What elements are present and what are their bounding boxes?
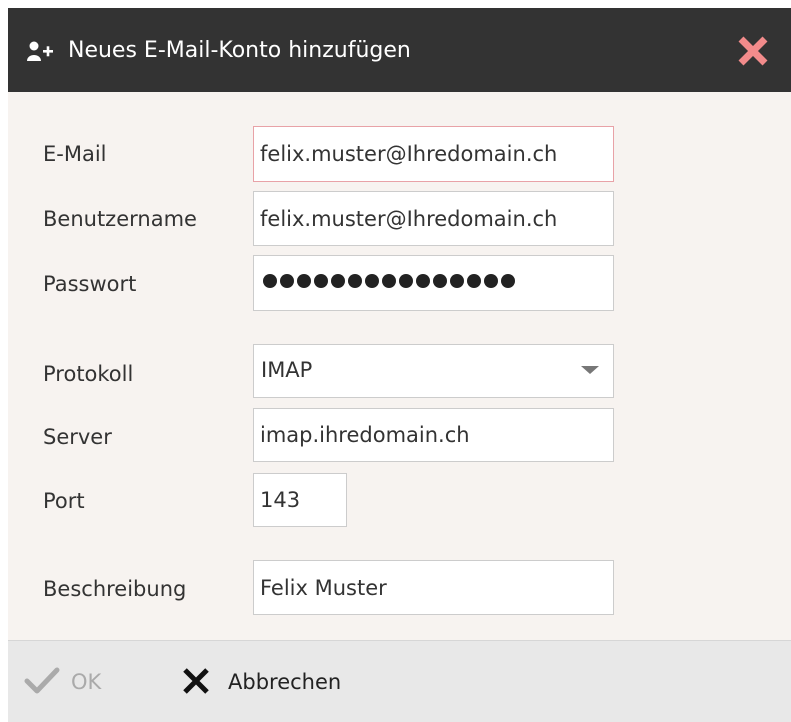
description-label: Beschreibung xyxy=(43,577,187,601)
ok-button[interactable]: OK xyxy=(24,659,134,703)
email-field[interactable] xyxy=(253,126,614,182)
port-field[interactable] xyxy=(253,473,347,527)
server-field[interactable] xyxy=(253,408,614,462)
dialog-title: Neues E-Mail-Konto hinzufügen xyxy=(68,38,411,63)
add-user-icon xyxy=(27,41,53,61)
password-label: Passwort xyxy=(43,272,137,296)
username-label: Benutzername xyxy=(43,207,197,231)
chevron-down-icon xyxy=(581,366,599,374)
close-icon[interactable] xyxy=(736,34,770,68)
password-mask xyxy=(263,274,515,290)
x-icon xyxy=(183,668,209,694)
protocol-label: Protokoll xyxy=(43,362,134,386)
cancel-label: Abbrechen xyxy=(228,670,342,694)
password-field[interactable] xyxy=(253,255,614,311)
port-label: Port xyxy=(43,489,85,513)
dialog-footer: OK Abbrechen xyxy=(8,640,791,722)
username-field[interactable] xyxy=(253,191,614,246)
description-field[interactable] xyxy=(253,560,614,615)
protocol-selected-value: IMAP xyxy=(261,358,313,382)
checkmark-icon xyxy=(24,667,60,694)
cancel-button[interactable]: Abbrechen xyxy=(182,659,392,703)
ok-label: OK xyxy=(71,670,102,694)
server-label: Server xyxy=(43,425,112,449)
email-label: E-Mail xyxy=(43,142,107,166)
dialog-titlebar: Neues E-Mail-Konto hinzufügen xyxy=(8,8,791,92)
protocol-select[interactable]: IMAP xyxy=(253,344,614,398)
add-email-account-dialog: Neues E-Mail-Konto hinzufügen E-Mail Ben… xyxy=(8,8,791,722)
